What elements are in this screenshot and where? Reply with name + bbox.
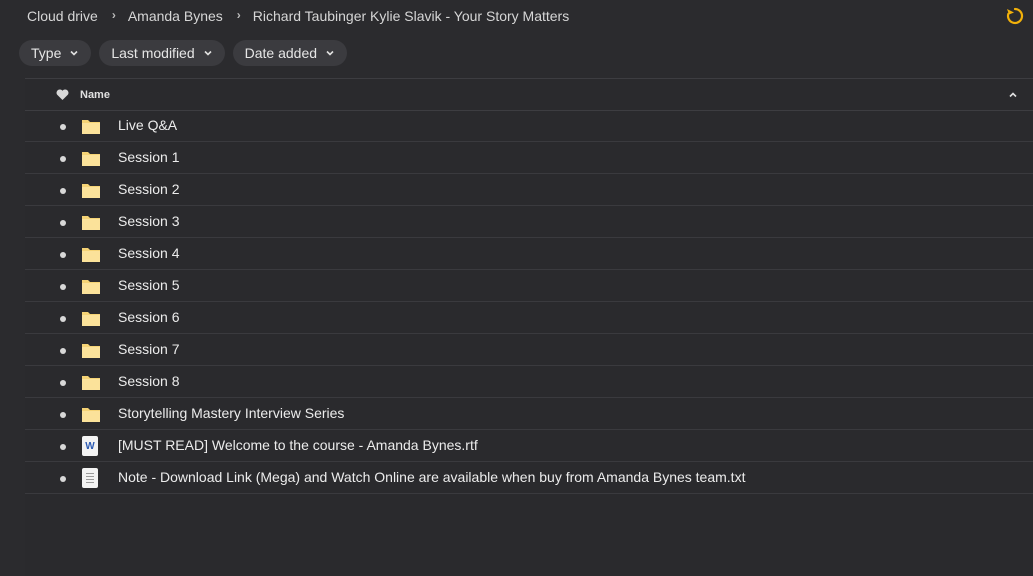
file-name: Session 6 [118,309,180,325]
name-column-header[interactable]: Name [80,89,110,101]
chevron-up-icon[interactable] [1008,90,1018,100]
folder-icon [82,408,100,422]
date-added-filter-button[interactable]: Date added [232,40,348,66]
file-name: Session 7 [118,341,180,357]
file-name: Session 1 [118,149,180,165]
chevron-down-icon [326,50,334,56]
folder-icon [82,344,100,358]
breadcrumb: Cloud drive › Amanda Bynes › Richard Tau… [27,8,569,24]
chevron-down-icon [204,50,212,56]
type-filter-label: Type [31,45,62,61]
folder-icon [82,216,100,230]
folder-icon [82,280,100,294]
table-header: Name [25,79,1033,111]
bullet-icon [60,380,66,386]
bullet-icon [60,156,66,162]
table-row[interactable]: Session 3 [25,206,1033,238]
file-name: Session 3 [118,213,180,229]
table-row[interactable]: Session 4 [25,238,1033,270]
bullet-icon [60,252,66,258]
folder-icon [82,312,100,326]
top-bar: Cloud drive › Amanda Bynes › Richard Tau… [0,0,1033,34]
bullet-icon [60,412,66,418]
folder-icon [82,152,100,166]
table-row[interactable]: Session 6 [25,302,1033,334]
table-row[interactable]: Live Q&A [25,110,1033,142]
file-name: Session 2 [118,181,180,197]
table-row[interactable]: Session 5 [25,270,1033,302]
chevron-right-icon: › [236,8,241,22]
heart-icon[interactable] [56,89,69,101]
file-name: Session 5 [118,277,180,293]
table-row[interactable]: Note - Download Link (Mega) and Watch On… [25,462,1033,494]
reload-icon[interactable] [1005,6,1025,26]
file-name: Live Q&A [118,117,178,133]
bullet-icon [60,348,66,354]
breadcrumb-amanda-bynes[interactable]: Amanda Bynes [128,8,223,24]
folder-icon [82,120,100,134]
file-name: [MUST READ] Welcome to the course - Aman… [118,437,478,453]
bullet-icon [60,316,66,322]
filter-bar: Type Last modified Date added [19,40,348,66]
last-modified-filter-button[interactable]: Last modified [99,40,225,66]
chevron-down-icon [70,50,78,56]
file-name: Storytelling Mastery Interview Series [118,405,345,421]
table-row[interactable]: Session 8 [25,366,1033,398]
text-file-icon [82,468,98,488]
breadcrumb-cloud-drive[interactable]: Cloud drive [27,8,98,24]
file-list-panel: Name Live Q&A Session 1 Session 2 Sessio… [25,78,1033,576]
word-doc-icon: W [82,436,98,456]
folder-icon [82,376,100,390]
table-row[interactable]: Session 7 [25,334,1033,366]
folder-icon [82,184,100,198]
bullet-icon [60,284,66,290]
bullet-icon [60,220,66,226]
table-row[interactable]: Storytelling Mastery Interview Series [25,398,1033,430]
table-row[interactable]: Session 2 [25,174,1033,206]
date-added-filter-label: Date added [244,45,318,61]
bullet-icon [60,444,66,450]
bullet-icon [60,188,66,194]
file-name: Session 8 [118,373,180,389]
bullet-icon [60,476,66,482]
last-modified-filter-label: Last modified [111,45,195,61]
file-list: Live Q&A Session 1 Session 2 Session 3 S… [25,110,1033,494]
file-name: Note - Download Link (Mega) and Watch On… [118,469,746,485]
folder-icon [82,248,100,262]
file-name: Session 4 [118,245,180,261]
table-row[interactable]: W [MUST READ] Welcome to the course - Am… [25,430,1033,462]
bullet-icon [60,124,66,130]
type-filter-button[interactable]: Type [19,40,92,66]
breadcrumb-current-folder[interactable]: Richard Taubinger Kylie Slavik - Your St… [253,8,569,24]
chevron-right-icon: › [111,8,116,22]
table-row[interactable]: Session 1 [25,142,1033,174]
